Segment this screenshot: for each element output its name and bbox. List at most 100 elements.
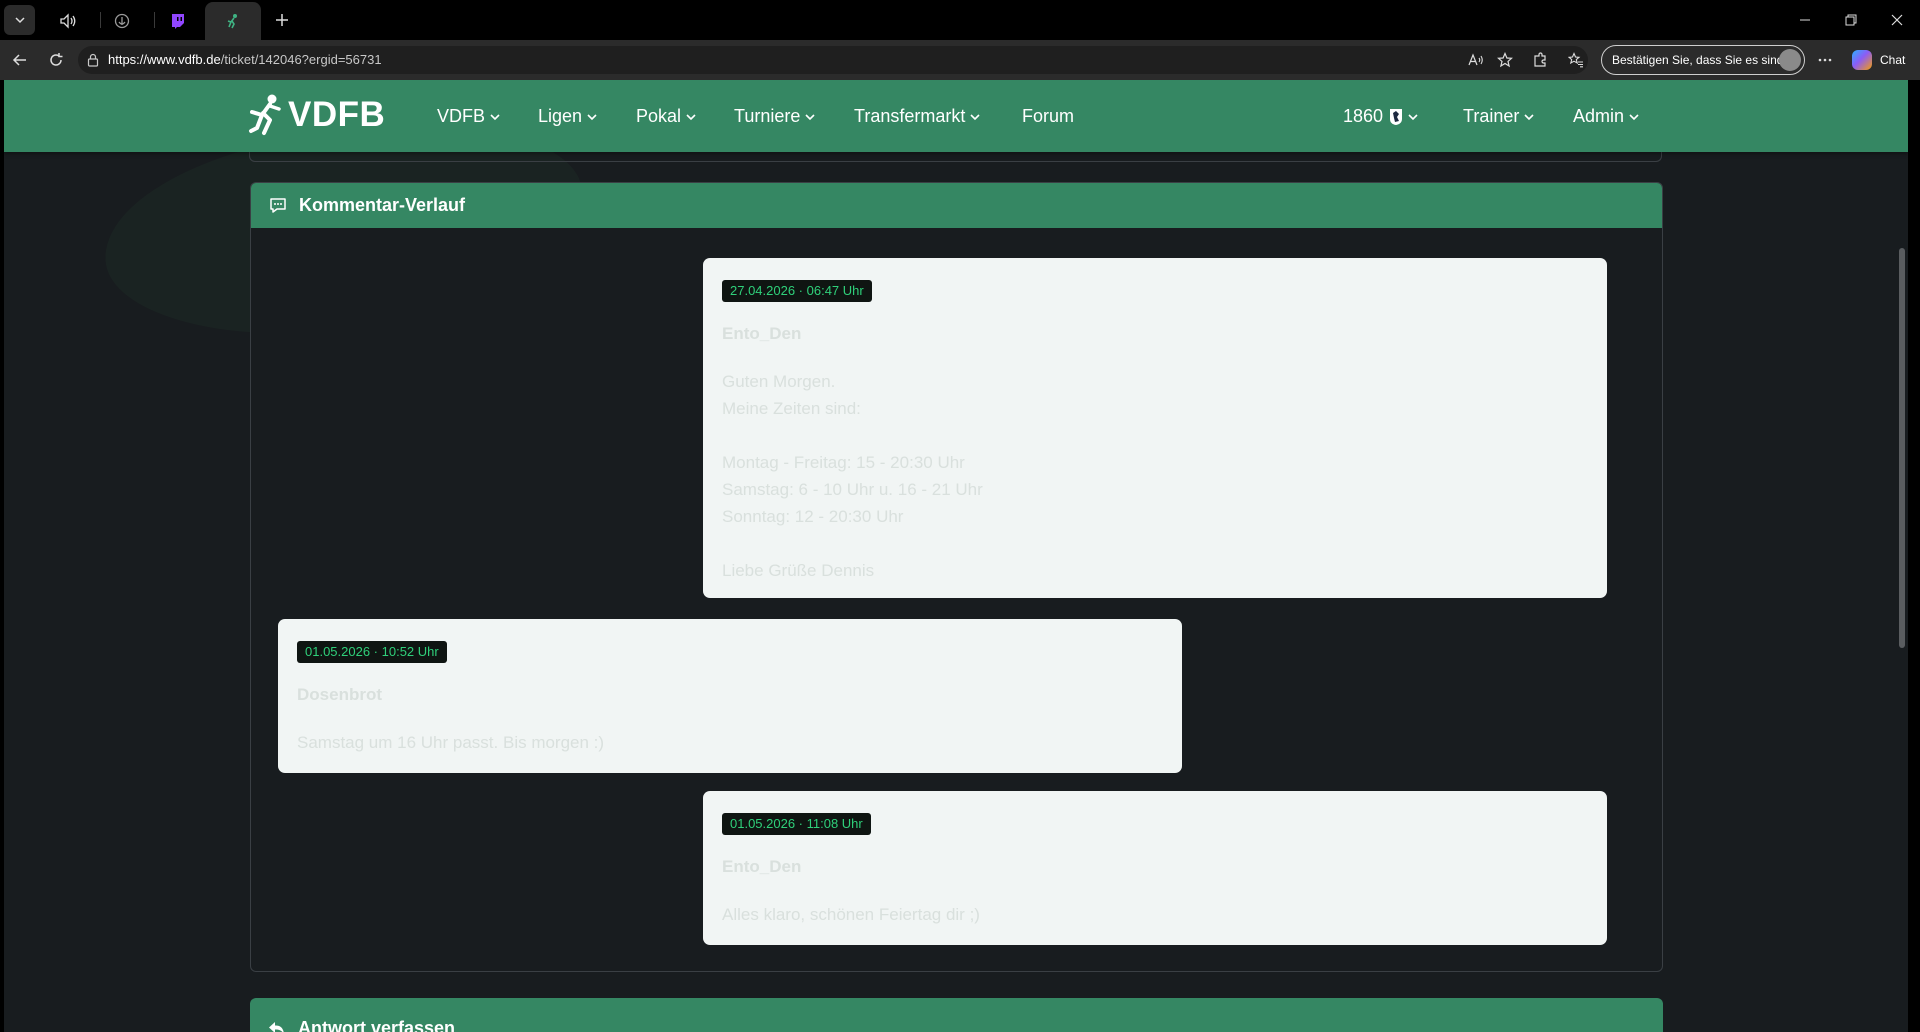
reply-card-header[interactable]: Antwort verfassen <box>250 998 1663 1032</box>
comment-history-title: Kommentar-Verlauf <box>299 195 466 215</box>
profile-confirm-button[interactable]: Bestätigen Sie, dass Sie es sind <box>1601 45 1805 75</box>
new-tab-button[interactable] <box>268 6 296 34</box>
comment-icon <box>270 197 286 213</box>
avatar <box>1779 49 1801 71</box>
comment-line: Samstag: 6 - 10 Uhr u. 16 - 21 Uhr <box>722 480 983 499</box>
favorites-bar-button[interactable] <box>1565 50 1587 70</box>
chevron-down-icon <box>490 113 500 120</box>
comment-body: Samstag um 16 Uhr passt. Bis morgen :) <box>297 729 604 756</box>
chevron-down-icon <box>970 113 980 120</box>
nav-label: Transfermarkt <box>854 106 966 126</box>
chevron-down-icon <box>686 113 696 120</box>
restore-button[interactable] <box>1828 0 1874 40</box>
comment-line: Meine Zeiten sind: <box>722 399 861 418</box>
profile-confirm-label: Bestätigen Sie, dass Sie es sind <box>1612 53 1784 67</box>
chevron-down-icon <box>14 17 25 24</box>
comment-line: Liebe Grüße Dennis <box>722 561 875 580</box>
nav-vdfb[interactable]: VDFB <box>437 106 500 127</box>
kicking-player-icon <box>249 94 281 135</box>
comment-history-card: Kommentar-Verlauf 27.04.2026 · 06:47 Uhr… <box>250 182 1663 972</box>
site-logo[interactable]: VDFB <box>248 92 385 138</box>
close-icon <box>1891 14 1903 26</box>
nav-label: Pokal <box>636 106 682 126</box>
comment-bubble: 01.05.2026 · 11:08 Uhr Ento_Den Alles kl… <box>703 791 1607 945</box>
nav-team-1860[interactable]: 1860 <box>1343 106 1418 127</box>
read-aloud-button[interactable] <box>1465 50 1487 70</box>
nav-turniere[interactable]: Turniere <box>734 106 815 127</box>
url-path: /ticket/142046?ergid=56731 <box>220 52 382 67</box>
club-crest-icon <box>1390 108 1403 125</box>
twitch-icon <box>172 14 184 29</box>
address-bar[interactable]: https://www.vdfb.de/ticket/142046?ergid=… <box>78 46 1588 74</box>
nav-trainer[interactable]: Trainer <box>1463 106 1534 127</box>
comment-timestamp: 01.05.2026 · 10:52 Uhr <box>297 641 447 663</box>
tab-list-button[interactable] <box>4 5 35 35</box>
chat-label: Chat <box>1880 53 1906 67</box>
comment-author: Ento_Den <box>722 857 802 876</box>
chevron-down-icon <box>1524 113 1534 120</box>
reply-card-title: Antwort verfassen <box>298 1017 456 1032</box>
nav-label: Ligen <box>538 106 583 126</box>
browser-tab-bar <box>0 0 1920 40</box>
back-button[interactable] <box>6 46 34 74</box>
nav-label: Turniere <box>734 106 801 126</box>
ellipsis-icon <box>1818 58 1832 62</box>
star-icon <box>1497 52 1513 68</box>
minimize-button[interactable] <box>1782 0 1828 40</box>
comment-bubble: 01.05.2026 · 10:52 Uhr Dosenbrot Samstag… <box>278 619 1182 773</box>
anchor-icon <box>114 13 130 29</box>
chevron-down-icon <box>805 113 815 120</box>
comment-line: Guten Morgen. <box>722 372 836 391</box>
nav-admin[interactable]: Admin <box>1573 106 1639 127</box>
close-window-button[interactable] <box>1874 0 1920 40</box>
brand-name: VDFB <box>288 95 386 134</box>
minimize-icon <box>1800 19 1810 21</box>
comment-timestamp: 27.04.2026 · 06:47 Uhr <box>722 280 872 302</box>
restore-icon <box>1845 14 1857 26</box>
nav-label: Admin <box>1573 106 1625 126</box>
comment-history-header: Kommentar-Verlauf <box>251 183 1662 228</box>
comment-line <box>722 422 983 449</box>
arrow-left-icon <box>12 54 26 66</box>
lock-icon <box>87 53 99 67</box>
reload-button[interactable] <box>42 46 70 74</box>
comment-body: Guten Morgen. Meine Zeiten sind: Montag … <box>722 368 983 584</box>
comment-line: Samstag um 16 Uhr passt. Bis morgen :) <box>297 733 605 752</box>
comment-author: Ento_Den <box>722 324 802 343</box>
tab-twitch[interactable] <box>150 2 206 40</box>
favorite-button[interactable] <box>1494 50 1516 70</box>
nav-ligen[interactable]: Ligen <box>538 106 597 127</box>
comment-line: Sonntag: 12 - 20:30 Uhr <box>722 507 904 526</box>
nav-label: Trainer <box>1463 106 1520 126</box>
chevron-down-icon <box>1629 113 1639 120</box>
tab-audio[interactable] <box>40 2 96 40</box>
refresh-icon <box>50 53 63 66</box>
nav-forum[interactable]: Forum <box>1022 106 1074 127</box>
nav-label: VDFB <box>437 106 486 126</box>
chevron-down-icon <box>1408 113 1418 120</box>
previous-card-edge <box>249 152 1662 162</box>
nav-transfermarkt[interactable]: Transfermarkt <box>854 106 980 127</box>
chevron-down-icon <box>587 113 597 120</box>
speaker-icon <box>60 13 76 29</box>
url-host: https://www.vdfb.de <box>108 52 221 67</box>
extensions-button[interactable] <box>1529 50 1551 70</box>
comment-line: Alles klaro, schönen Feiertag dir ;) <box>722 905 980 924</box>
url-text: https://www.vdfb.de/ticket/142046?ergid=… <box>108 52 382 67</box>
comment-timestamp: 01.05.2026 · 11:08 Uhr <box>722 813 871 835</box>
scrollbar-thumb[interactable] <box>1899 248 1905 648</box>
tab-anchor[interactable] <box>94 2 150 40</box>
page-scrollbar[interactable] <box>1896 80 1908 1032</box>
copilot-chat-button[interactable]: Chat <box>1846 45 1916 75</box>
tab-vdfb[interactable] <box>205 2 261 40</box>
site-header: VDFB VDFB Ligen Pokal Turniere Transferm… <box>4 80 1908 152</box>
read-aloud-icon <box>1468 53 1483 66</box>
nav-label: Forum <box>1022 106 1075 126</box>
comment-line <box>722 530 983 557</box>
extension-icon <box>1534 52 1546 67</box>
comment-body: Alles klaro, schönen Feiertag dir ;) <box>722 901 980 928</box>
copilot-icon <box>1852 50 1872 70</box>
more-options-button[interactable] <box>1812 46 1838 74</box>
nav-pokal[interactable]: Pokal <box>636 106 696 127</box>
comment-bubble: 27.04.2026 · 06:47 Uhr Ento_Den Guten Mo… <box>703 258 1607 598</box>
